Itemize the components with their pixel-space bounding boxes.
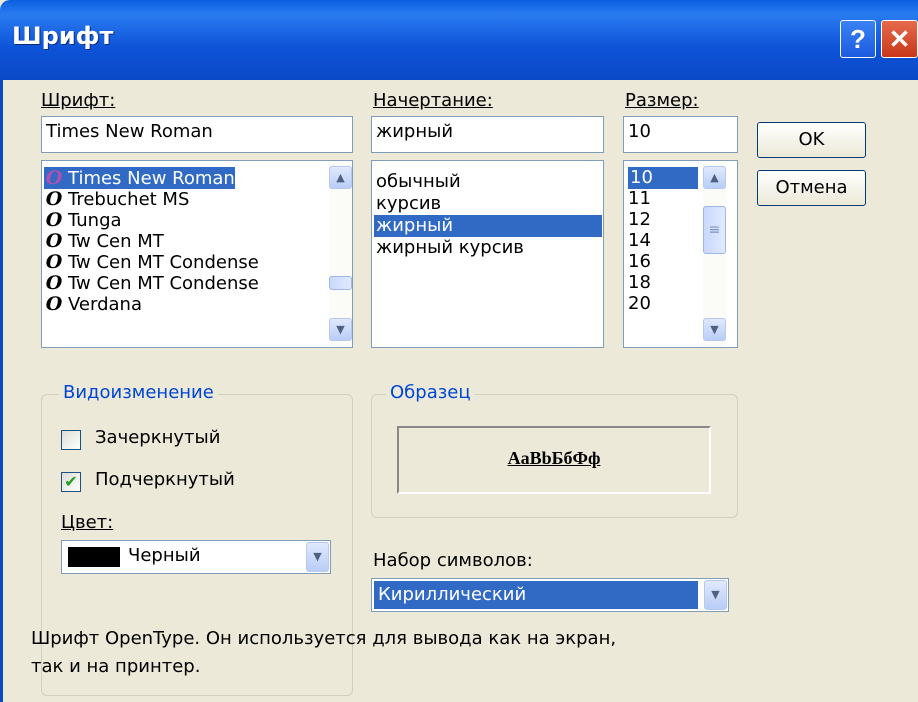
scroll-up-arrow-icon[interactable]: ▲ bbox=[703, 166, 726, 189]
opentype-icon: O bbox=[45, 167, 63, 189]
font-list-item[interactable]: O Tw Cen MT bbox=[44, 230, 164, 252]
opentype-icon: O bbox=[45, 188, 63, 210]
ok-button[interactable]: OK bbox=[757, 122, 866, 158]
font-list-item[interactable]: O Verdana bbox=[44, 293, 142, 315]
size-list-item[interactable]: 16 bbox=[628, 251, 651, 273]
color-label: Цвет: bbox=[61, 512, 114, 533]
scroll-down-arrow-icon[interactable]: ▼ bbox=[703, 318, 726, 341]
underline-label: Подчеркнутый bbox=[95, 469, 235, 490]
help-icon: ? bbox=[850, 24, 866, 54]
font-description-line2: так и на принтер. bbox=[31, 656, 201, 677]
help-button[interactable]: ? bbox=[840, 20, 876, 58]
strikeout-label: Зачеркнутый bbox=[95, 427, 221, 448]
size-list-item[interactable]: 12 bbox=[628, 209, 651, 231]
font-list-item[interactable]: O Trebuchet MS bbox=[44, 188, 190, 210]
scroll-down-arrow-icon[interactable]: ▼ bbox=[329, 318, 352, 341]
dropdown-arrow-icon[interactable]: ▼ bbox=[704, 580, 727, 610]
opentype-icon: O bbox=[45, 272, 63, 294]
font-list-scrollbar[interactable]: ▲ ▼ bbox=[329, 162, 352, 346]
scroll-up-arrow-icon[interactable]: ▲ bbox=[329, 166, 352, 189]
style-label: Начертание: bbox=[373, 90, 493, 111]
dialog-title: Шрифт bbox=[12, 22, 114, 50]
sample-group-title: Образец bbox=[386, 382, 475, 403]
charset-select-value: Кириллический bbox=[374, 581, 698, 609]
font-list[interactable]: O Times New Roman O Trebuchet MS O Tunga OT… bbox=[41, 160, 353, 348]
size-list-item[interactable]: 11 bbox=[628, 188, 651, 210]
sample-text: AaBbБбФф bbox=[507, 448, 601, 468]
color-swatch bbox=[68, 547, 120, 567]
style-list-item[interactable]: обычный bbox=[376, 171, 600, 193]
size-list-item[interactable]: 14 bbox=[628, 230, 651, 252]
font-list-item[interactable]: O Tw Cen MT Condense bbox=[44, 251, 259, 273]
dialog-body: Шрифт: Times New Roman O Times New Roman … bbox=[0, 80, 918, 702]
font-list-item[interactable]: O Times New Roman bbox=[44, 167, 235, 189]
opentype-icon: O bbox=[45, 293, 63, 315]
font-list-item[interactable]: O Tunga bbox=[44, 209, 122, 231]
cancel-button[interactable]: Отмена bbox=[757, 170, 866, 206]
style-list-item[interactable]: курсив bbox=[376, 193, 600, 215]
color-select[interactable]: Черный ▼ bbox=[61, 540, 331, 574]
effects-group-title: Видоизменение bbox=[59, 382, 218, 403]
charset-select[interactable]: Кириллический ▼ bbox=[371, 578, 729, 612]
font-label: Шрифт: bbox=[41, 90, 116, 111]
strikeout-checkbox[interactable] bbox=[61, 430, 81, 450]
size-input[interactable]: 10 bbox=[623, 116, 738, 153]
style-list[interactable]: обычный курсив жирный жирный курсив bbox=[371, 160, 604, 348]
close-icon: ✕ bbox=[888, 24, 911, 54]
size-list-item[interactable]: 18 bbox=[628, 272, 651, 294]
scroll-thumb[interactable]: ≡ bbox=[703, 206, 726, 254]
size-list[interactable]: 10 11 12 14 16 18 20 ▲ ≡ ▼ bbox=[623, 160, 738, 348]
font-dialog: Шрифт ? ✕ Шрифт: Times New Roman O Times … bbox=[0, 0, 918, 702]
scroll-thumb[interactable] bbox=[329, 276, 352, 290]
opentype-icon: O bbox=[45, 209, 63, 231]
size-list-scrollbar[interactable]: ▲ ≡ ▼ bbox=[703, 162, 726, 346]
opentype-icon: O bbox=[45, 251, 63, 273]
underline-checkbox[interactable]: ✔ bbox=[61, 472, 81, 492]
charset-label: Набор символов: bbox=[373, 550, 533, 571]
size-list-item[interactable]: 20 bbox=[628, 293, 651, 315]
dropdown-arrow-icon[interactable]: ▼ bbox=[306, 542, 329, 572]
checkmark-icon: ✔ bbox=[64, 472, 78, 491]
color-select-value: Черный bbox=[128, 545, 201, 566]
font-list-item[interactable]: O Tw Cen MT Condense bbox=[44, 272, 259, 294]
font-description-line1: Шрифт OpenType. Он используется для выво… bbox=[31, 628, 617, 649]
sample-preview: AaBbБбФф bbox=[397, 426, 711, 494]
title-bar[interactable]: Шрифт ? ✕ bbox=[0, 0, 918, 80]
style-list-item[interactable]: жирный курсив bbox=[376, 237, 600, 259]
size-list-item[interactable]: 10 bbox=[628, 167, 698, 189]
style-list-item[interactable]: жирный bbox=[374, 215, 602, 237]
style-input[interactable]: жирный bbox=[371, 116, 604, 153]
close-button[interactable]: ✕ bbox=[881, 20, 918, 58]
size-label: Размер: bbox=[625, 90, 699, 111]
opentype-icon: O bbox=[45, 230, 63, 252]
font-input[interactable]: Times New Roman bbox=[41, 116, 353, 153]
